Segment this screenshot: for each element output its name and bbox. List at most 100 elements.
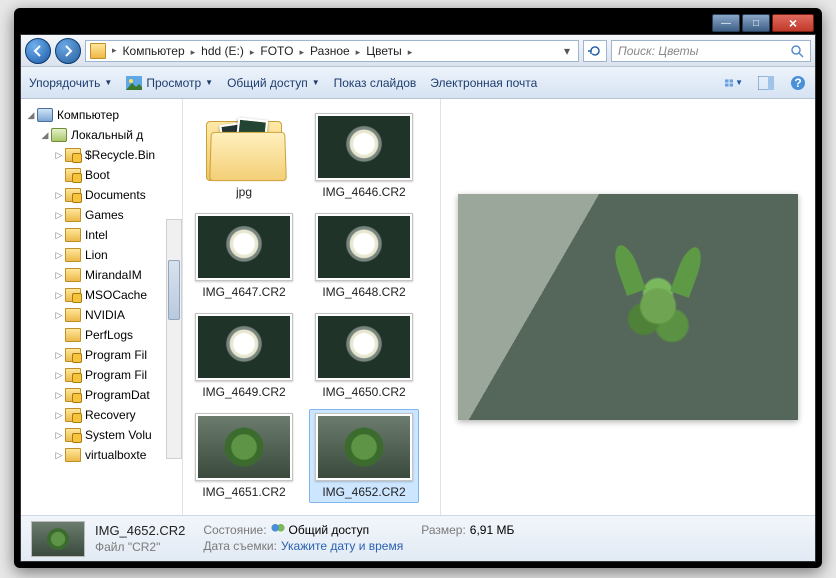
search-placeholder: Поиск: Цветы — [618, 44, 698, 58]
breadcrumb-segment[interactable]: Цветы — [362, 44, 406, 58]
file-item[interactable]: IMG_4649.CR2 — [189, 309, 299, 403]
details-thumbnail — [31, 521, 85, 557]
scrollbar-thumb[interactable] — [168, 260, 180, 320]
breadcrumb-sep[interactable]: ▸ — [110, 45, 119, 56]
tree-item[interactable]: ▷System Volu — [21, 425, 182, 445]
scrollbar[interactable] — [166, 219, 182, 459]
tree-twisty-icon[interactable]: ▷ — [53, 350, 65, 361]
tree-twisty-icon[interactable]: ◢ — [25, 110, 37, 121]
breadcrumb-segment[interactable]: Компьютер — [119, 44, 189, 58]
tree-item[interactable]: ▷Program Fil — [21, 365, 182, 385]
breadcrumb-sep[interactable]: ▸ — [189, 47, 198, 57]
details-date-label: Дата съемки: — [203, 539, 277, 553]
tree-twisty-icon[interactable]: ▷ — [53, 450, 65, 461]
details-date-value[interactable]: Укажите дату и время — [281, 539, 403, 553]
tree-item[interactable]: ▷Games — [21, 205, 182, 225]
preview-pane-button[interactable] — [757, 74, 775, 92]
refresh-button[interactable] — [583, 40, 607, 62]
tree-twisty-icon[interactable]: ◢ — [39, 130, 51, 141]
folder-icon — [90, 43, 106, 59]
file-item[interactable]: IMG_4650.CR2 — [309, 309, 419, 403]
help-icon: ? — [790, 75, 806, 91]
breadcrumb-dropdown[interactable]: ▾ — [560, 44, 574, 58]
breadcrumb-sep[interactable]: ▸ — [406, 47, 415, 57]
tree-twisty-icon[interactable]: ▷ — [53, 310, 65, 321]
folder-icon — [65, 228, 81, 242]
tree-item[interactable]: ▷ $Recycle.Bin — [21, 145, 182, 165]
tree-item[interactable]: ▷MirandaIM — [21, 265, 182, 285]
breadcrumb-segment[interactable]: Разное — [306, 44, 354, 58]
tree-twisty-icon[interactable]: ▷ — [53, 190, 65, 201]
tree-item[interactable]: ▷Program Fil — [21, 345, 182, 365]
window-content: ▸ Компьютер▸hdd (E:)▸FOTO▸Разное▸Цветы▸ … — [20, 34, 816, 562]
locked-folder-icon — [65, 428, 81, 442]
explorer-window: — □ × ▸ Компьютер▸hdd (E:)▸FOTO▸Разное▸Ц… — [14, 8, 822, 568]
tree-twisty-icon[interactable]: ▷ — [53, 150, 65, 161]
breadcrumb-sep[interactable]: ▸ — [298, 47, 307, 57]
file-item[interactable]: IMG_4648.CR2 — [309, 209, 419, 303]
image-thumbnail — [315, 113, 413, 181]
share-menu[interactable]: Общий доступ▼ — [227, 76, 320, 90]
tree-item[interactable]: ▷Intel — [21, 225, 182, 245]
breadcrumb-segment[interactable]: hdd (E:) — [197, 44, 248, 58]
tree-item-label: Локальный д — [71, 128, 143, 142]
folder-icon — [65, 248, 81, 262]
nav-forward-button[interactable] — [55, 38, 81, 64]
file-item[interactable]: IMG_4651.CR2 — [189, 409, 299, 503]
tree-twisty-icon[interactable]: ▷ — [53, 270, 65, 281]
computer-icon — [37, 108, 53, 122]
content-area: ◢Компьютер◢Локальный д▷$Recycle.BinBoot▷… — [21, 99, 815, 515]
tree-item[interactable]: ▷MSOCache — [21, 285, 182, 305]
email-button[interactable]: Электронная почта — [430, 76, 537, 90]
search-input[interactable]: Поиск: Цветы — [611, 40, 811, 62]
tree-item[interactable]: ▷Recovery — [21, 405, 182, 425]
breadcrumb-sep[interactable]: ▸ — [354, 47, 363, 57]
nav-tree[interactable]: ◢Компьютер◢Локальный д▷$Recycle.BinBoot▷… — [21, 99, 183, 515]
preview-image — [458, 194, 798, 420]
close-button[interactable]: × — [772, 14, 814, 32]
file-item[interactable]: IMG_4647.CR2 — [189, 209, 299, 303]
tree-item[interactable]: ▷virtualboxte — [21, 445, 182, 465]
slideshow-button[interactable]: Показ слайдов — [334, 76, 417, 90]
pane-icon — [758, 76, 774, 90]
tree-item[interactable]: ▷ProgramDat — [21, 385, 182, 405]
file-item[interactable]: IMG_4646.CR2 — [309, 109, 419, 203]
preview-menu[interactable]: Просмотр▼ — [126, 76, 213, 90]
tree-item-label: Documents — [85, 188, 146, 202]
breadcrumb-segment[interactable]: FOTO — [256, 44, 297, 58]
tree-twisty-icon[interactable]: ▷ — [53, 230, 65, 241]
details-pane: IMG_4652.CR2 Файл "CR2" Состояние: Общий… — [21, 515, 815, 561]
details-size-value: 6,91 МБ — [470, 523, 515, 537]
nav-back-button[interactable] — [25, 38, 51, 64]
locked-folder-icon — [65, 388, 81, 402]
tree-item[interactable]: PerfLogs — [21, 325, 182, 345]
tree-item-label: NVIDIA — [85, 308, 125, 322]
help-button[interactable]: ? — [789, 74, 807, 92]
tree-item[interactable]: ▷ Documents — [21, 185, 182, 205]
file-item[interactable]: jpg — [189, 109, 299, 203]
tree-item-label: $Recycle.Bin — [85, 148, 155, 162]
tree-twisty-icon[interactable]: ▷ — [53, 390, 65, 401]
minimize-button[interactable]: — — [712, 14, 740, 32]
file-item-label: IMG_4650.CR2 — [322, 385, 405, 399]
tree-twisty-icon[interactable]: ▷ — [53, 430, 65, 441]
file-grid[interactable]: jpgIMG_4646.CR2IMG_4647.CR2IMG_4648.CR2I… — [183, 99, 441, 515]
file-item-label: jpg — [236, 185, 252, 199]
tree-item[interactable]: Boot — [21, 165, 182, 185]
tree-twisty-icon[interactable]: ▷ — [53, 250, 65, 261]
maximize-button[interactable]: □ — [742, 14, 770, 32]
details-filename: IMG_4652.CR2 — [95, 523, 185, 538]
view-options-button[interactable]: ▼ — [725, 74, 743, 92]
breadcrumb[interactable]: ▸ Компьютер▸hdd (E:)▸FOTO▸Разное▸Цветы▸ … — [85, 40, 579, 62]
tree-twisty-icon[interactable]: ▷ — [53, 370, 65, 381]
tree-twisty-icon[interactable]: ▷ — [53, 290, 65, 301]
tree-twisty-icon[interactable]: ▷ — [53, 410, 65, 421]
tree-item[interactable]: ◢Компьютер — [21, 105, 182, 125]
tree-twisty-icon[interactable]: ▷ — [53, 210, 65, 221]
thumbnails-icon — [725, 76, 733, 90]
organize-menu[interactable]: Упорядочить▼ — [29, 76, 112, 90]
tree-item[interactable]: ◢ Локальный д — [21, 125, 182, 145]
file-item[interactable]: IMG_4652.CR2 — [309, 409, 419, 503]
tree-item[interactable]: ▷Lion — [21, 245, 182, 265]
tree-item[interactable]: ▷ NVIDIA — [21, 305, 182, 325]
